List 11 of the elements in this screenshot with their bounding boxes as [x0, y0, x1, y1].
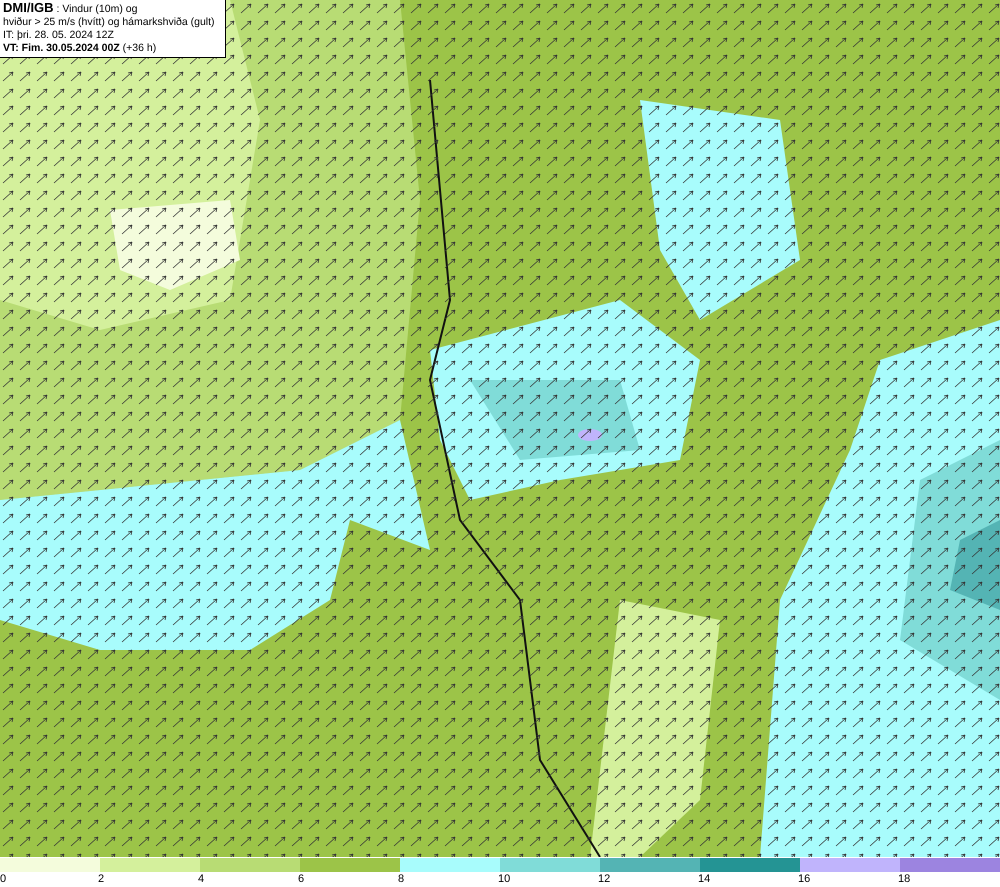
- scale-label: 10: [498, 872, 510, 886]
- scale-label: 12: [598, 872, 610, 886]
- scale-label: 16: [798, 872, 810, 886]
- scale-label: 18: [898, 872, 910, 886]
- scale-label: 0: [0, 872, 6, 886]
- scale-label: 2: [98, 872, 104, 886]
- scale-label: 6: [298, 872, 304, 886]
- scale-label: 4: [198, 872, 204, 886]
- info-box: DMI/IGB : Vindur (10m) og hviður > 25 m/s (hvítt) og hámarkshviða (gult) IT: þri. 28. 05. 2024 12Z VT: Fim. 30.05.2024 00Z (+36 h): [0, 0, 226, 58]
- scale-label: 14: [698, 872, 710, 886]
- scale-label: 8: [398, 872, 404, 886]
